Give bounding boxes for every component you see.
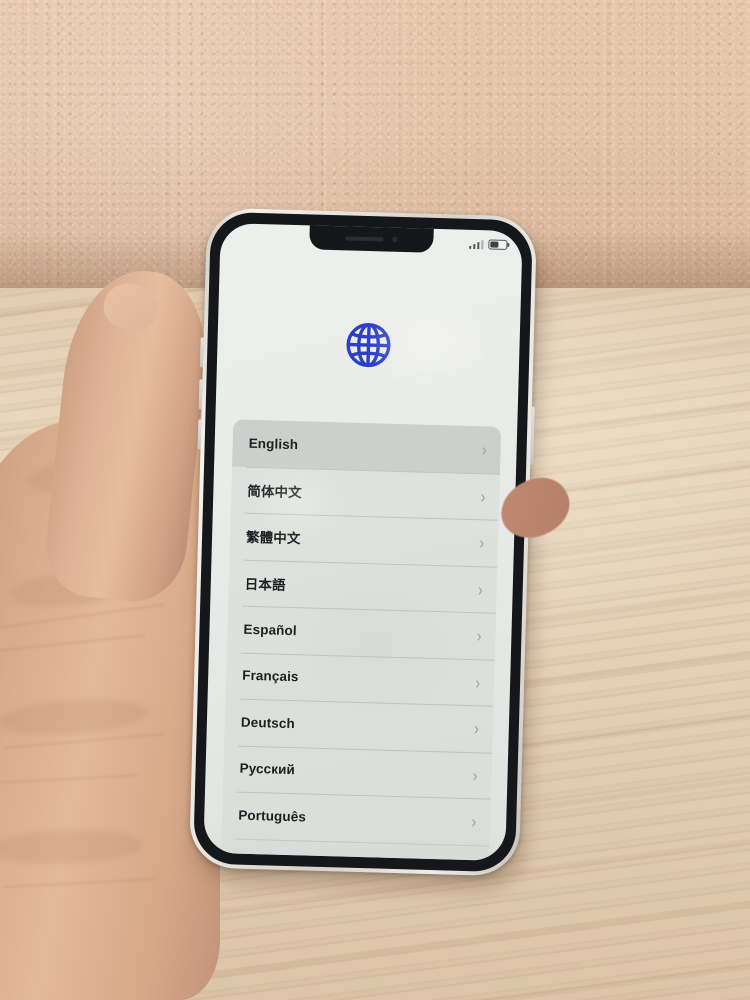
language-row-simplified-chinese[interactable]: 简体中文 › — [231, 466, 500, 520]
language-row-english[interactable]: English › — [232, 419, 502, 474]
phone-screen: English › 简体中文 › 繁體中文 › 日本語 › Español › … — [203, 222, 523, 862]
chevron-right-icon: › — [480, 486, 486, 507]
language-label: 日本語 — [244, 576, 286, 593]
language-label: Italiano — [237, 854, 471, 861]
phone-frame: English › 简体中文 › 繁體中文 › 日本語 › Español › … — [188, 207, 538, 877]
language-label: 繁體中文 — [245, 529, 301, 547]
language-label: Русский — [239, 760, 296, 778]
language-label: Português — [238, 807, 307, 825]
language-row-german[interactable]: Deutsch › — [224, 698, 493, 752]
chevron-right-icon: › — [472, 764, 478, 786]
cellular-signal-icon — [468, 239, 484, 249]
smartphone: English › 简体中文 › 繁體中文 › 日本語 › Español › … — [188, 207, 543, 891]
language-label: Deutsch — [240, 714, 296, 731]
photo-scene: English › 简体中文 › 繁體中文 › 日本語 › Español › … — [0, 0, 750, 1000]
globe-logo-container — [217, 315, 520, 375]
phone-bezel: English › 简体中文 › 繁體中文 › 日本語 › Español › … — [192, 211, 534, 873]
battery-cap — [507, 242, 510, 247]
chevron-right-icon: › — [473, 718, 480, 739]
battery-fill — [490, 241, 499, 248]
chevron-right-icon: › — [470, 858, 475, 861]
language-row-japanese[interactable]: 日本語 › — [228, 559, 497, 613]
language-row-traditional-chinese[interactable]: 繁體中文 › — [229, 512, 498, 566]
language-list[interactable]: English › 简体中文 › 繁體中文 › 日本語 › Español › … — [219, 419, 502, 862]
mute-switch[interactable] — [199, 337, 204, 368]
language-row-spanish[interactable]: Español › — [227, 605, 496, 659]
chevron-right-icon: › — [481, 439, 487, 460]
language-label: English — [248, 435, 299, 452]
status-bar — [468, 239, 510, 250]
volume-down-button[interactable] — [197, 419, 202, 450]
chevron-right-icon: › — [479, 532, 485, 553]
display-notch — [309, 224, 434, 253]
language-row-french[interactable]: Français › — [226, 652, 495, 706]
chevron-right-icon: › — [475, 671, 481, 693]
front-camera-icon — [392, 236, 398, 242]
language-label: 简体中文 — [247, 483, 302, 501]
language-label: Español — [243, 621, 297, 638]
language-row-russian[interactable]: Русский › — [223, 745, 492, 799]
volume-up-button[interactable] — [198, 379, 203, 410]
language-row-portuguese[interactable]: Português › — [222, 791, 491, 845]
globe-icon — [346, 323, 391, 368]
earpiece-speaker-icon — [345, 235, 384, 241]
battery-icon — [488, 239, 510, 250]
chevron-right-icon: › — [477, 578, 484, 600]
chevron-right-icon: › — [476, 625, 482, 646]
chevron-right-icon: › — [471, 811, 477, 832]
language-label: Français — [242, 667, 299, 685]
